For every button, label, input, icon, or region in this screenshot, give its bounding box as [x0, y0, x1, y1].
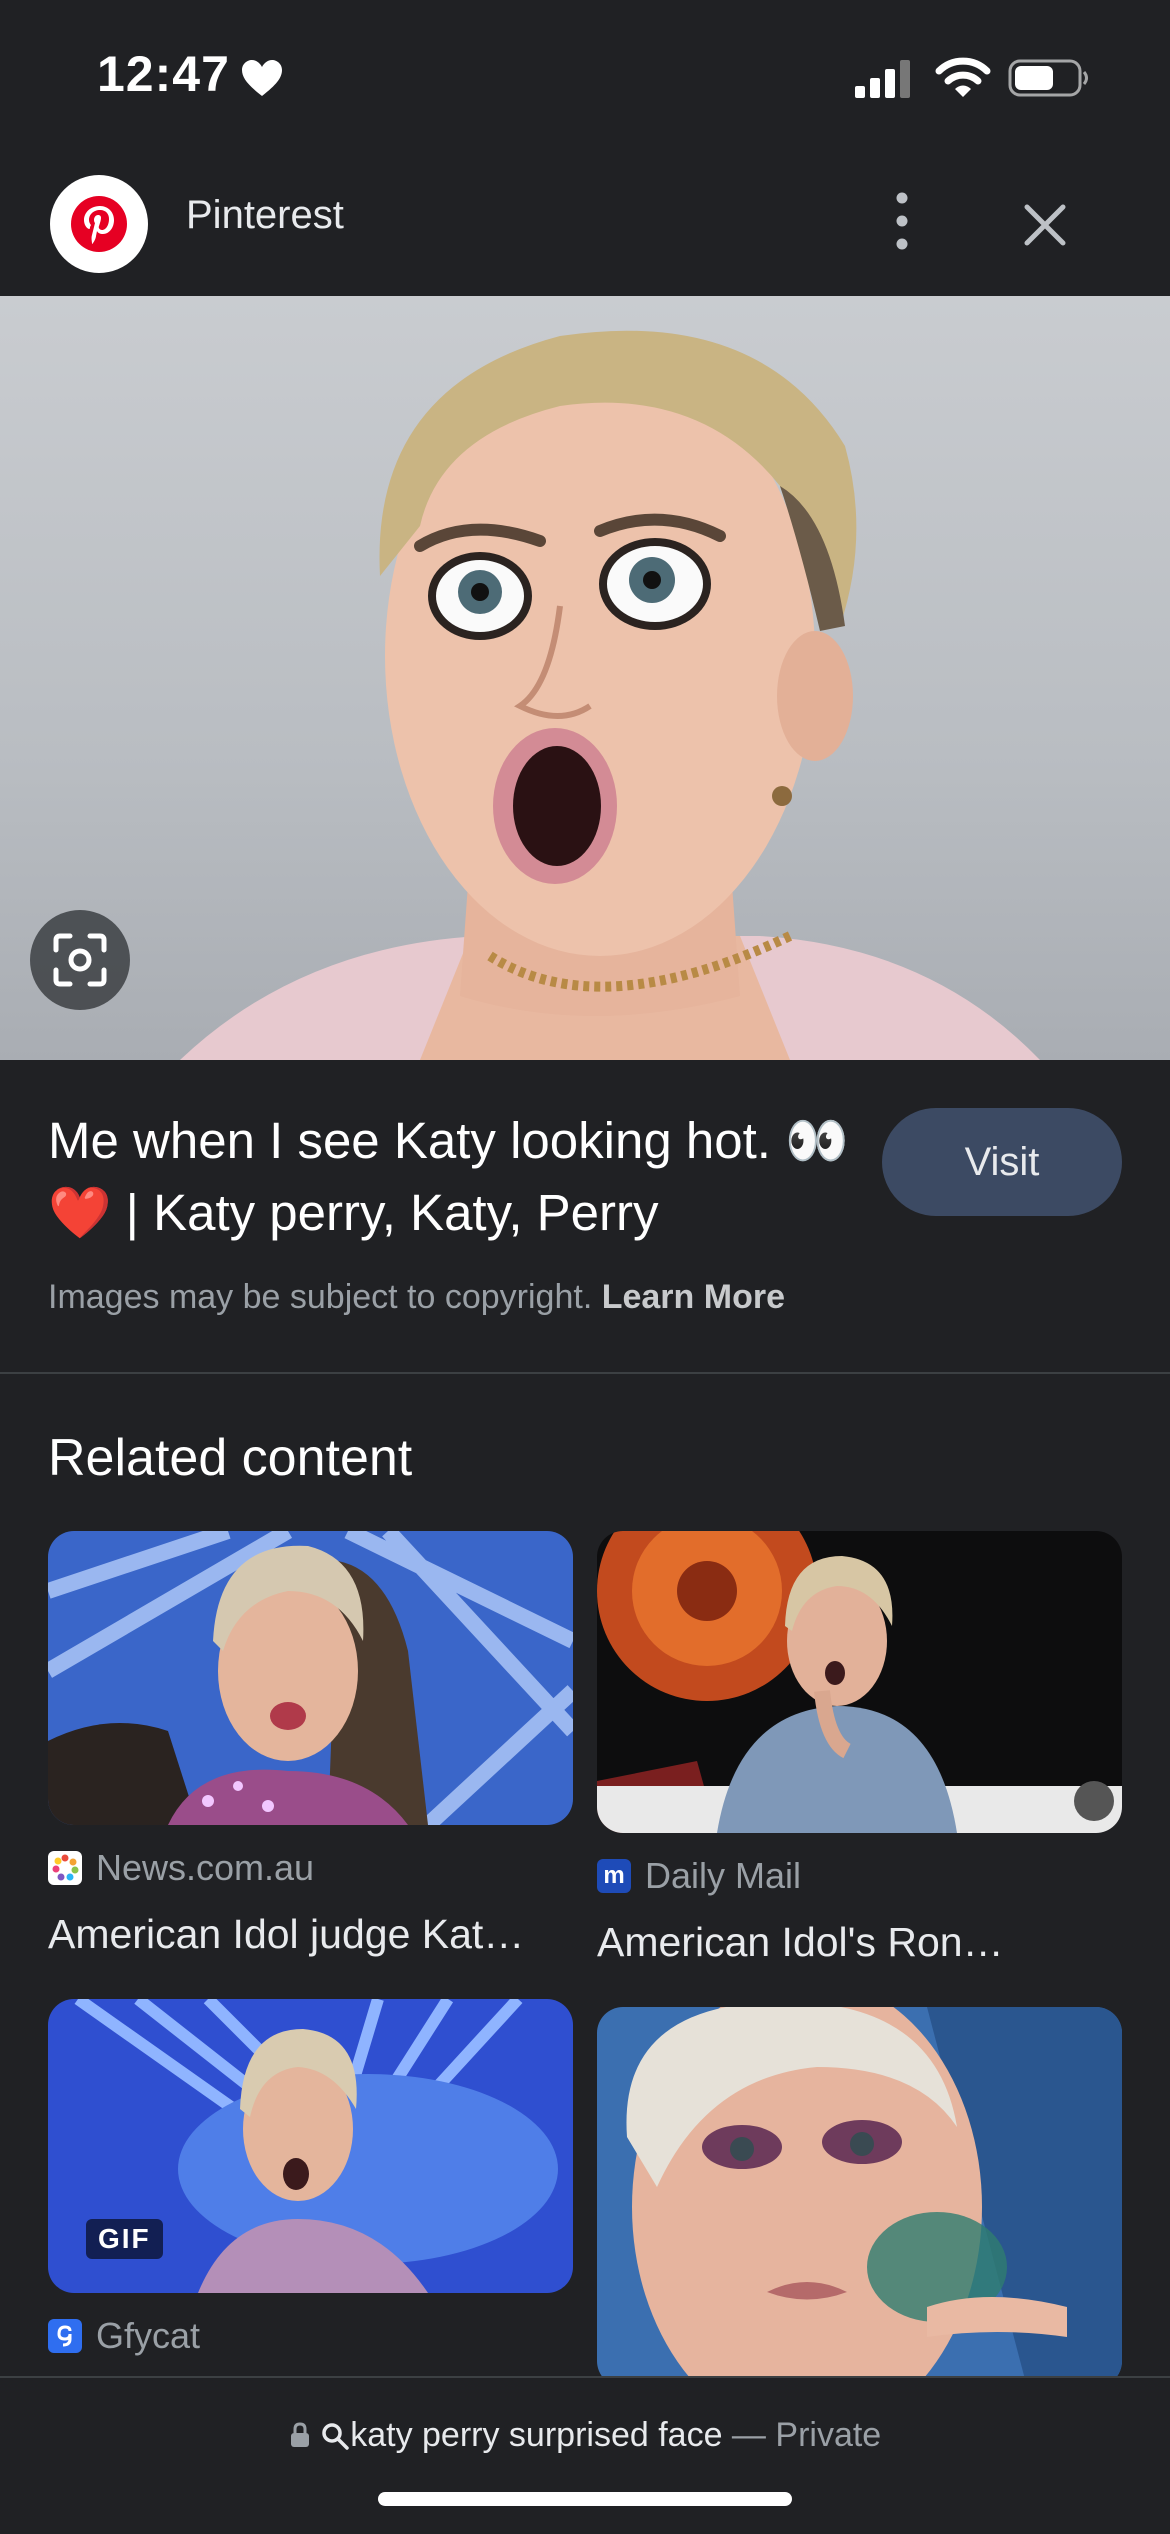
pinterest-logo-icon[interactable]	[50, 175, 148, 273]
related-source: m Daily Mail	[597, 1855, 1122, 1897]
lock-icon	[290, 2422, 309, 2447]
heart-icon	[242, 60, 282, 96]
source-name: Gfycat	[96, 2315, 201, 2356]
learn-more-link[interactable]: Learn More	[602, 1278, 785, 1316]
copyright-notice: Images may be subject to copyright. Lear…	[48, 1278, 785, 1317]
source-name: News.com.au	[96, 1847, 315, 1888]
related-thumbnail[interactable]: GIF	[48, 1999, 573, 2293]
related-title[interactable]: American Idol judge Kat…	[48, 1911, 573, 1958]
related-source: Gfycat	[48, 2315, 573, 2357]
query-separator: —	[722, 2416, 776, 2454]
home-indicator[interactable]	[378, 2492, 792, 2506]
related-source: News.com.au	[48, 1847, 573, 1889]
related-heading: Related content	[48, 1429, 413, 1487]
related-card[interactable]: m Daily Mail American Idol's Ron…	[597, 1531, 1122, 1966]
related-title[interactable]: American Idol's Ron…	[597, 1919, 1122, 1966]
copyright-text: Images may be subject to copyright.	[48, 1278, 593, 1316]
related-card[interactable]: News.com.au American Idol judge Kat…	[48, 1531, 573, 1958]
daily-mail-favicon-icon: m	[597, 1859, 631, 1893]
news-com-au-favicon-icon	[48, 1851, 82, 1885]
gif-badge: GIF	[86, 2219, 163, 2259]
lens-icon[interactable]	[30, 910, 130, 1010]
surprised-face-illustration	[180, 330, 1040, 1060]
related-thumbnail[interactable]	[597, 1531, 1122, 1833]
main-image[interactable]	[0, 296, 1170, 1060]
related-card[interactable]: GIF Gfycat	[48, 1999, 573, 2357]
bottom-bar: katy perry surprised face — Private	[0, 2376, 1170, 2534]
close-icon[interactable]	[1010, 190, 1080, 260]
source-name: Daily Mail	[645, 1855, 802, 1896]
status-bar: 12:47	[0, 0, 1170, 150]
private-mode-label: Private	[775, 2416, 882, 2454]
visit-button[interactable]: Visit	[882, 1108, 1122, 1216]
related-thumbnail[interactable]	[48, 1531, 573, 1825]
more-vert-icon[interactable]	[880, 188, 924, 254]
cellular-signal-icon	[855, 60, 910, 98]
search-query-bar[interactable]: katy perry surprised face — Private	[0, 2416, 1170, 2455]
search-query-text: katy perry surprised face	[350, 2416, 723, 2454]
site-name[interactable]: Pinterest	[186, 193, 344, 238]
related-thumbnail[interactable]	[597, 2007, 1122, 2387]
battery-icon	[1008, 59, 1088, 97]
wifi-icon	[935, 57, 991, 97]
image-title[interactable]: Me when I see Katy looking hot. 👀❤️ | Ka…	[48, 1105, 868, 1249]
search-icon	[322, 2423, 349, 2450]
gfycat-favicon-icon	[48, 2319, 82, 2353]
source-header: Pinterest	[0, 150, 1170, 296]
related-card[interactable]	[597, 2007, 1122, 2387]
status-time: 12:47	[97, 46, 230, 102]
divider	[0, 1372, 1170, 1374]
